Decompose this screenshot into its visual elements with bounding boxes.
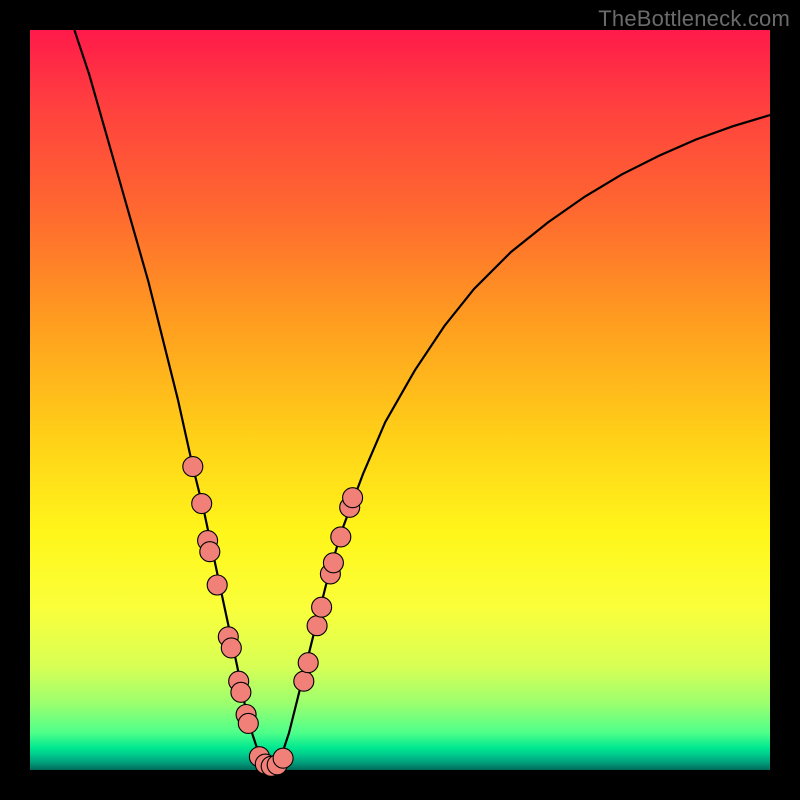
data-marker	[312, 597, 332, 617]
bottleneck-curve	[74, 30, 770, 766]
chart-svg	[30, 30, 770, 770]
data-marker	[298, 653, 318, 673]
marker-group	[183, 457, 363, 777]
data-marker	[221, 638, 241, 658]
chart-frame: TheBottleneck.com	[0, 0, 800, 800]
data-marker	[331, 527, 351, 547]
data-marker	[231, 682, 251, 702]
data-marker	[183, 457, 203, 477]
plot-area	[30, 30, 770, 770]
watermark-text: TheBottleneck.com	[598, 6, 790, 32]
data-marker	[323, 553, 343, 573]
data-marker	[238, 713, 258, 733]
data-marker	[307, 616, 327, 636]
data-marker	[207, 575, 227, 595]
data-marker	[200, 542, 220, 562]
data-marker	[343, 488, 363, 508]
data-marker	[192, 494, 212, 514]
data-marker	[294, 671, 314, 691]
data-marker	[273, 748, 293, 768]
